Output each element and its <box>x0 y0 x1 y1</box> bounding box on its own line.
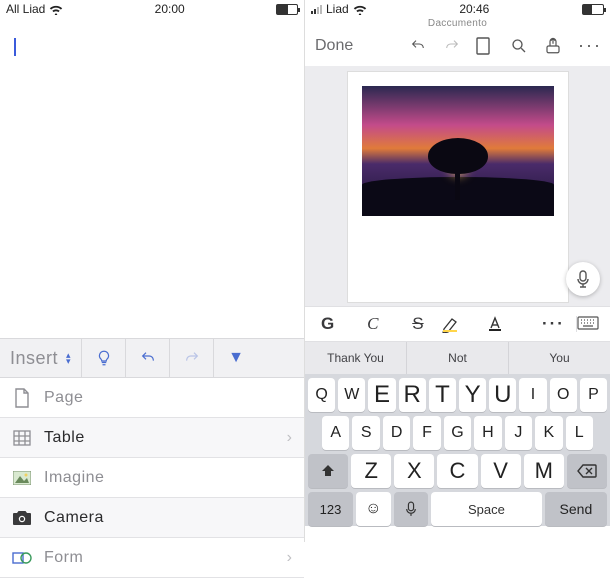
key-send[interactable]: Send <box>545 492 607 526</box>
key-d[interactable]: D <box>383 416 410 450</box>
chevron-right-icon: › <box>287 549 292 567</box>
status-bar-left: All Liad 20:00 <box>0 0 304 18</box>
bold-button[interactable]: G <box>305 314 350 334</box>
undo-button[interactable] <box>126 339 170 377</box>
shapes-icon <box>12 548 32 568</box>
lightbulb-button[interactable] <box>82 339 126 377</box>
insert-label: Insert <box>10 348 58 369</box>
key-a[interactable]: A <box>322 416 349 450</box>
insert-toolbar: Insert ▴▾ ▼ <box>0 338 304 378</box>
key-s[interactable]: S <box>352 416 379 450</box>
key-k[interactable]: K <box>535 416 562 450</box>
highlight-button[interactable] <box>441 315 486 333</box>
menu-item-label: Page <box>44 389 83 407</box>
menu-item-page[interactable]: Page <box>0 378 304 418</box>
right-screen: Liad 20:46 Daccumento Done ··· <box>305 0 610 542</box>
left-screen: All Liad 20:00 Insert ▴▾ ▼ <box>0 0 305 542</box>
document-canvas[interactable] <box>305 66 610 306</box>
battery-icon <box>582 4 604 15</box>
menu-item-label: Camera <box>44 509 104 527</box>
key-f[interactable]: F <box>413 416 440 450</box>
key-u[interactable]: U <box>489 378 516 412</box>
menu-item-label: Imagine <box>44 469 104 487</box>
signal-icon <box>311 5 322 14</box>
status-bar-right: Liad 20:46 <box>305 0 610 18</box>
carrier-label: All Liad <box>6 2 45 16</box>
key-space[interactable]: Space <box>431 492 542 526</box>
search-button[interactable] <box>510 37 532 55</box>
insert-menu: Page Table › Imagine Camera Form <box>0 378 304 578</box>
wifi-icon <box>353 4 367 15</box>
key-shift[interactable] <box>308 454 348 488</box>
key-j[interactable]: J <box>505 416 532 450</box>
image-icon <box>12 468 32 488</box>
more-format-button[interactable]: ··· <box>531 314 576 334</box>
key-h[interactable]: H <box>474 416 501 450</box>
document-area-left[interactable] <box>0 18 304 338</box>
dictate-button[interactable] <box>566 262 600 296</box>
table-icon <box>12 428 32 448</box>
suggestion-bar: Thank You Not You <box>305 342 610 374</box>
key-t[interactable]: T <box>429 378 456 412</box>
menu-item-label: Table <box>44 429 85 447</box>
document-page[interactable] <box>348 72 568 302</box>
clock: 20:00 <box>155 2 185 16</box>
menu-item-table[interactable]: Table › <box>0 418 304 458</box>
collapse-button[interactable]: ▼ <box>214 339 258 377</box>
battery-icon <box>276 4 298 15</box>
suggestion-2[interactable]: Not <box>407 342 509 374</box>
chevron-right-icon: › <box>287 429 292 447</box>
font-color-button[interactable] <box>486 316 531 332</box>
key-z[interactable]: Z <box>351 454 391 488</box>
clock: 20:46 <box>459 2 489 16</box>
key-i[interactable]: I <box>519 378 546 412</box>
key-c[interactable]: C <box>437 454 477 488</box>
key-p[interactable]: P <box>580 378 607 412</box>
insert-dropdown[interactable]: Insert ▴▾ <box>0 339 82 377</box>
undo-button[interactable] <box>408 38 430 54</box>
share-button[interactable] <box>544 37 566 55</box>
document-title: Daccumento <box>305 18 610 29</box>
key-x[interactable]: X <box>394 454 434 488</box>
more-button[interactable]: ··· <box>578 35 600 56</box>
menu-item-image[interactable]: Imagine <box>0 458 304 498</box>
page-icon <box>12 388 32 408</box>
key-w[interactable]: W <box>338 378 365 412</box>
redo-button[interactable] <box>170 339 214 377</box>
carrier-label: Liad <box>326 2 349 16</box>
key-numbers[interactable]: 123 <box>308 492 353 526</box>
key-backspace[interactable] <box>567 454 607 488</box>
inserted-image[interactable] <box>362 86 554 216</box>
key-v[interactable]: V <box>481 454 521 488</box>
key-o[interactable]: O <box>550 378 577 412</box>
format-bar: G C S ··· <box>305 306 610 342</box>
top-toolbar: Done ··· <box>305 29 610 66</box>
camera-icon <box>12 508 32 528</box>
key-e[interactable]: E <box>368 378 395 412</box>
layout-button[interactable] <box>476 37 498 55</box>
text-cursor <box>14 38 16 56</box>
suggestion-1[interactable]: Thank You <box>305 342 407 374</box>
keyboard: Q W E R T Y U I O P A S D F G H J K L Z <box>305 374 610 526</box>
updown-icon: ▴▾ <box>66 352 71 364</box>
done-button[interactable]: Done <box>315 37 353 55</box>
italic-button[interactable]: C <box>350 314 395 334</box>
key-g[interactable]: G <box>444 416 471 450</box>
key-q[interactable]: Q <box>308 378 335 412</box>
key-emoji[interactable]: ☺ <box>356 492 391 526</box>
key-y[interactable]: Y <box>459 378 486 412</box>
keyboard-toggle-button[interactable] <box>576 316 610 332</box>
wifi-icon <box>49 4 63 15</box>
key-m[interactable]: M <box>524 454 564 488</box>
redo-button[interactable] <box>442 38 464 54</box>
key-l[interactable]: L <box>566 416 593 450</box>
key-mic[interactable] <box>394 492 429 526</box>
suggestion-3[interactable]: You <box>509 342 610 374</box>
strike-button[interactable]: S <box>395 314 440 334</box>
menu-item-camera[interactable]: Camera <box>0 498 304 538</box>
menu-item-shapes[interactable]: Form › <box>0 538 304 578</box>
key-r[interactable]: R <box>399 378 426 412</box>
menu-item-label: Form <box>44 549 83 567</box>
